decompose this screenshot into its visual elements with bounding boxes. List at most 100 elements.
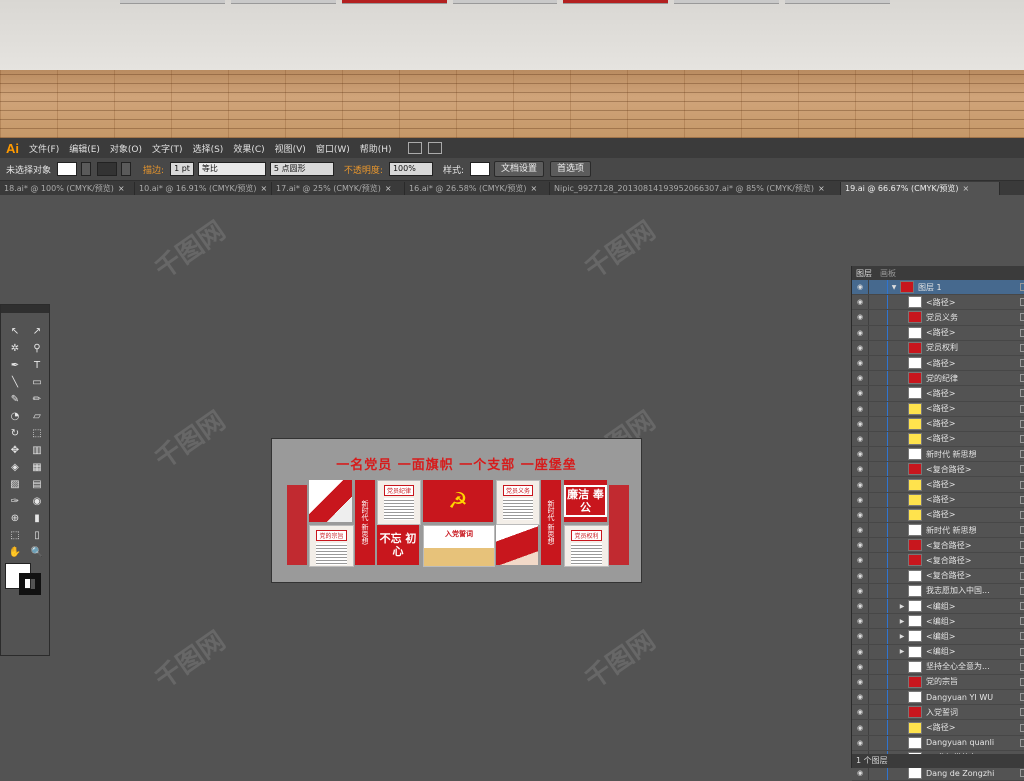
layer-row[interactable]: ◉ 党员权利 — [852, 340, 1024, 356]
pencil-tool-icon[interactable]: ✏ — [29, 393, 45, 407]
layer-row[interactable]: ◉ <路径> — [852, 295, 1024, 311]
tab-doc-19[interactable]: 19.ai @ 66.67% (CMYK/预览) × — [841, 182, 1000, 195]
lock-toggle[interactable] — [868, 280, 888, 295]
menu-file[interactable]: 文件(F) — [29, 142, 59, 155]
layer-row[interactable]: ◉ <路径> — [852, 355, 1024, 372]
target-icon[interactable] — [1020, 419, 1024, 428]
eye-icon[interactable]: ◉ — [852, 693, 868, 701]
eye-icon[interactable]: ◉ — [852, 572, 868, 580]
lock-toggle[interactable] — [868, 477, 888, 492]
scale-tool-icon[interactable]: ⬚ — [29, 427, 45, 441]
zoom-tool-icon[interactable]: 🔍 — [29, 546, 45, 560]
lock-toggle[interactable] — [868, 583, 888, 598]
layer-row[interactable]: ◉ Dangyuan YI WU — [852, 690, 1024, 706]
layer-row[interactable]: ◉ 坚持全心全意为... — [852, 659, 1024, 675]
eye-icon[interactable]: ◉ — [852, 724, 868, 732]
layer-row[interactable]: ◉ 新时代 新思想 — [852, 523, 1024, 539]
target-icon[interactable] — [1020, 769, 1024, 778]
fill-swatch[interactable] — [57, 162, 78, 176]
eye-icon[interactable]: ◉ — [852, 405, 868, 413]
selection-tool-icon[interactable]: ↖ — [7, 325, 23, 339]
eye-icon[interactable]: ◉ — [852, 435, 868, 443]
layer-row[interactable]: ◉ Dang de Zongzhi — [852, 766, 1024, 781]
lock-toggle[interactable] — [868, 644, 888, 659]
lock-toggle[interactable] — [868, 553, 888, 568]
lock-toggle[interactable] — [868, 431, 888, 447]
layer-row[interactable]: ◉ 入党誓词 — [852, 705, 1024, 721]
tab-artboards[interactable]: 画板 — [876, 268, 900, 279]
gradient-tool-icon[interactable]: ▤ — [29, 478, 45, 492]
slice-tool-icon[interactable]: ▯ — [29, 529, 45, 543]
menu-help[interactable]: 帮助(H) — [360, 142, 392, 155]
target-icon[interactable] — [1020, 510, 1024, 519]
lock-toggle[interactable] — [868, 310, 888, 325]
eye-icon[interactable]: ◉ — [852, 374, 868, 382]
shape-builder-tool-icon[interactable]: ◈ — [7, 461, 23, 475]
chevron-right-icon[interactable]: ▶ — [896, 633, 908, 640]
eye-icon[interactable]: ◉ — [852, 617, 868, 625]
arrange-documents-icon[interactable] — [427, 142, 442, 154]
target-icon[interactable] — [1020, 359, 1024, 368]
eye-icon[interactable]: ◉ — [852, 648, 868, 656]
close-icon[interactable]: × — [118, 184, 125, 193]
target-icon[interactable] — [1020, 526, 1024, 535]
target-icon[interactable] — [1020, 480, 1024, 489]
document-setup-button[interactable]: 文档设置 — [494, 161, 545, 177]
eye-icon[interactable]: ◉ — [852, 450, 868, 458]
eye-icon[interactable]: ◉ — [852, 556, 868, 564]
lock-toggle[interactable] — [868, 598, 888, 614]
lock-toggle[interactable] — [868, 568, 888, 583]
layer-row-top[interactable]: ◉ ▼ 图层 1 — [852, 280, 1024, 296]
fill-dropdown[interactable] — [81, 162, 92, 176]
eye-icon[interactable]: ◉ — [852, 465, 868, 473]
lock-toggle[interactable] — [868, 735, 888, 750]
eye-icon[interactable]: ◉ — [852, 298, 868, 306]
lock-toggle[interactable] — [868, 355, 888, 371]
eye-icon[interactable]: ◉ — [852, 329, 868, 337]
layer-row[interactable]: ◉ ▶ <编组> — [852, 614, 1024, 630]
target-icon[interactable] — [1020, 283, 1024, 292]
target-icon[interactable] — [1020, 723, 1024, 732]
eye-icon[interactable]: ◉ — [852, 541, 868, 549]
tab-doc-nipic[interactable]: Nipic_9927128_20130814193952066307.ai* @… — [550, 182, 841, 195]
target-icon[interactable] — [1020, 465, 1024, 474]
eye-icon[interactable]: ◉ — [852, 708, 868, 716]
target-icon[interactable] — [1020, 541, 1024, 550]
target-icon[interactable] — [1020, 434, 1024, 443]
eye-icon[interactable]: ◉ — [852, 313, 868, 321]
target-icon[interactable] — [1020, 389, 1024, 398]
blob-brush-tool-icon[interactable]: ◔ — [7, 410, 23, 424]
layer-row[interactable]: ◉ <路径> — [852, 431, 1024, 448]
layer-row[interactable]: ◉ 党员义务 — [852, 310, 1024, 326]
tools-panel-header[interactable] — [1, 305, 49, 313]
target-icon[interactable] — [1020, 602, 1024, 611]
target-icon[interactable] — [1020, 617, 1024, 626]
target-icon[interactable] — [1020, 662, 1024, 671]
menu-type[interactable]: 文字(T) — [152, 142, 183, 155]
perspective-grid-tool-icon[interactable]: ▦ — [29, 461, 45, 475]
eye-icon[interactable]: ◉ — [852, 389, 868, 397]
target-icon[interactable] — [1020, 343, 1024, 352]
layer-row[interactable]: ◉ <路径> — [852, 477, 1024, 493]
close-icon[interactable]: × — [531, 184, 538, 193]
type-tool-icon[interactable]: T — [29, 359, 45, 373]
eye-icon[interactable]: ◉ — [852, 420, 868, 428]
eraser-tool-icon[interactable]: ▱ — [29, 410, 45, 424]
chevron-right-icon[interactable]: ▶ — [896, 648, 908, 655]
layer-row[interactable]: ◉ <路径> — [852, 507, 1024, 523]
menu-select[interactable]: 选择(S) — [193, 142, 224, 155]
target-icon[interactable] — [1020, 708, 1024, 717]
close-icon[interactable]: × — [261, 184, 268, 193]
rectangle-tool-icon[interactable]: ▭ — [29, 376, 45, 390]
opacity-label[interactable]: 不透明度: — [344, 163, 383, 176]
layer-row[interactable]: ◉ <复合路径> — [852, 553, 1024, 569]
layer-row[interactable]: ◉ 我志愿加入中国... — [852, 583, 1024, 599]
preferences-button[interactable]: 首选项 — [550, 161, 592, 177]
layer-row[interactable]: ◉ <路径> — [852, 492, 1024, 508]
layer-row[interactable]: ◉ 新时代 新思想 — [852, 447, 1024, 463]
tab-doc-17[interactable]: 17.ai* @ 25% (CMYK/预览) × — [272, 182, 405, 195]
direct-selection-tool-icon[interactable]: ↗ — [29, 325, 45, 339]
layer-row[interactable]: ◉ <路径> — [852, 416, 1024, 432]
eye-icon[interactable]: ◉ — [852, 769, 868, 777]
lock-toggle[interactable] — [868, 659, 888, 674]
